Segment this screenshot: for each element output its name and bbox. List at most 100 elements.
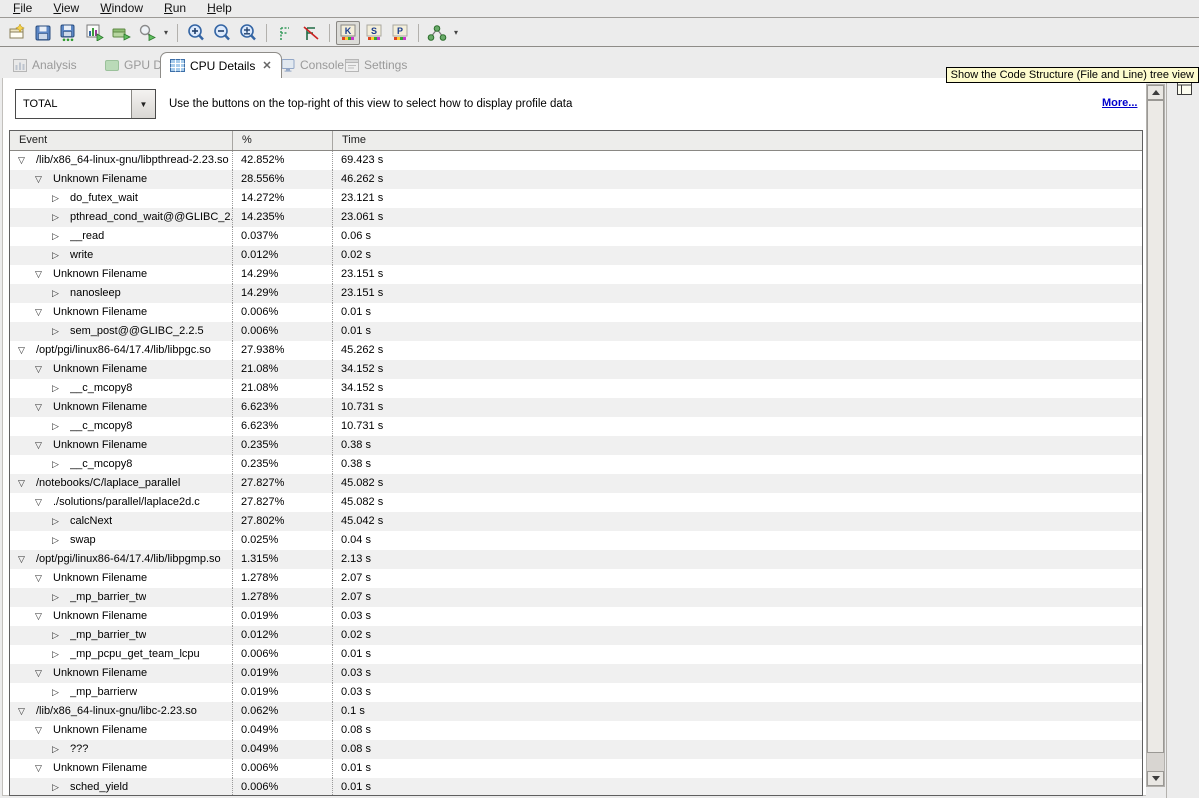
tab-settings[interactable]: Settings [336,52,416,78]
tree-toggle-icon[interactable]: ▷ [52,379,65,398]
tree-toggle-icon[interactable]: ▷ [52,455,65,474]
restore-view-icon[interactable] [1177,82,1192,98]
kernel-timeline-button[interactable]: K [336,21,360,45]
tree-toggle-icon[interactable]: ▷ [52,531,65,550]
tree-toggle-icon[interactable]: ▷ [52,189,65,208]
table-row[interactable]: ▷sem_post@@GLIBC_2.2.5 0.006% 0.01 s [10,322,1142,341]
tree-toggle-icon[interactable]: ▷ [52,645,65,664]
tree-toggle-icon[interactable]: ▽ [35,170,48,189]
tree-toggle-icon[interactable]: ▽ [35,721,48,740]
column-header-percent[interactable]: % [232,131,332,150]
table-row[interactable]: ▽Unknown Filename 28.556% 46.262 s [10,170,1142,189]
table-row[interactable]: ▷swap 0.025% 0.04 s [10,531,1142,550]
tree-toggle-icon[interactable]: ▽ [35,436,48,455]
table-row[interactable]: ▷do_futex_wait 14.272% 23.121 s [10,189,1142,208]
menu-view[interactable]: View [44,0,88,17]
menu-file[interactable]: File [4,0,41,17]
menu-window[interactable]: Window [91,0,152,17]
table-row[interactable]: ▽Unknown Filename 1.278% 2.07 s [10,569,1142,588]
scrollbar-thumb[interactable] [1147,100,1164,753]
table-row[interactable]: ▽Unknown Filename 0.006% 0.01 s [10,303,1142,322]
table-row[interactable]: ▷__c_mcopy8 21.08% 34.152 s [10,379,1142,398]
tree-toggle-icon[interactable]: ▷ [52,227,65,246]
column-header-time[interactable]: Time [332,131,1142,150]
profile-view-button[interactable]: P [388,21,412,45]
tree-toggle-icon[interactable]: ▽ [35,360,48,379]
table-row[interactable]: ▷_mp_barrier_tw 0.012% 0.02 s [10,626,1142,645]
tab-analysis[interactable]: Analysis [4,52,86,78]
menu-run[interactable]: Run [155,0,195,17]
table-row[interactable]: ▽/lib/x86_64-linux-gnu/libc-2.23.so 0.06… [10,702,1142,721]
table-row[interactable]: ▷write 0.012% 0.02 s [10,246,1142,265]
tree-toggle-icon[interactable]: ▽ [18,702,31,721]
table-row[interactable]: ▽/opt/pgi/linux86-64/17.4/lib/libpgc.so … [10,341,1142,360]
table-row[interactable]: ▽Unknown Filename 14.29% 23.151 s [10,265,1142,284]
zoom-out-icon[interactable] [210,21,234,45]
tree-toggle-icon[interactable]: ▷ [52,417,65,436]
tree-toggle-icon[interactable]: ▽ [35,759,48,778]
call-graph-dropdown-icon[interactable]: ▾ [451,21,461,45]
tree-toggle-icon[interactable]: ▷ [52,588,65,607]
table-row[interactable]: ▷__read 0.037% 0.06 s [10,227,1142,246]
search-profile-icon[interactable] [135,21,159,45]
table-row[interactable]: ▽/lib/x86_64-linux-gnu/libpthread-2.23.s… [10,151,1142,170]
profile-scope-combobox[interactable]: TOTAL ▼ [15,89,156,119]
tree-toggle-icon[interactable]: ▽ [35,607,48,626]
table-row[interactable]: ▷calcNext 27.802% 45.042 s [10,512,1142,531]
zoom-in-icon[interactable] [184,21,208,45]
chevron-down-icon[interactable]: ▼ [131,90,155,118]
tree-toggle-icon[interactable]: ▽ [35,664,48,683]
tree-toggle-icon[interactable]: ▷ [52,208,65,227]
table-row[interactable]: ▽Unknown Filename 0.019% 0.03 s [10,607,1142,626]
table-row[interactable]: ▽./solutions/parallel/laplace2d.c 27.827… [10,493,1142,512]
tree-toggle-icon[interactable]: ▽ [18,151,31,170]
tree-toggle-icon[interactable]: ▷ [52,626,65,645]
tree-toggle-icon[interactable]: ▷ [52,284,65,303]
table-row[interactable]: ▷sched_yield 0.006% 0.01 s [10,778,1142,796]
unmark-region-icon[interactable] [299,21,323,45]
table-row[interactable]: ▷nanosleep 14.29% 23.151 s [10,284,1142,303]
tree-toggle-icon[interactable]: ▷ [52,322,65,341]
table-row[interactable]: ▷pthread_cond_wait@@GLIBC_2.3 14.235% 23… [10,208,1142,227]
save-all-icon[interactable] [57,21,81,45]
table-row[interactable]: ▽Unknown Filename 21.08% 34.152 s [10,360,1142,379]
table-row[interactable]: ▷_mp_barrier_tw 1.278% 2.07 s [10,588,1142,607]
more-link[interactable]: More... [1102,97,1137,109]
table-row[interactable]: ▽/notebooks/C/laplace_parallel 27.827% 4… [10,474,1142,493]
tree-toggle-icon[interactable]: ▷ [52,740,65,759]
column-header-event[interactable]: Event [10,131,232,150]
summary-view-button[interactable]: S [362,21,386,45]
table-row[interactable]: ▷__c_mcopy8 6.623% 10.731 s [10,417,1142,436]
profile-dropdown-icon[interactable]: ▾ [161,21,171,45]
tab-cpu-details[interactable]: CPU Details ✕ [160,52,282,78]
zoom-reset-icon[interactable] [236,21,260,45]
table-row[interactable]: ▽Unknown Filename 6.623% 10.731 s [10,398,1142,417]
table-row[interactable]: ▽Unknown Filename 0.235% 0.38 s [10,436,1142,455]
tree-toggle-icon[interactable]: ▽ [35,303,48,322]
table-row[interactable]: ▽Unknown Filename 0.006% 0.01 s [10,759,1142,778]
table-row[interactable]: ▷??? 0.049% 0.08 s [10,740,1142,759]
vertical-scrollbar[interactable] [1146,84,1165,787]
profile-application-icon[interactable] [83,21,107,45]
mark-region-icon[interactable] [273,21,297,45]
scroll-up-button[interactable] [1147,85,1164,100]
tree-toggle-icon[interactable]: ▽ [35,398,48,417]
tree-toggle-icon[interactable]: ▽ [35,569,48,588]
tree-toggle-icon[interactable]: ▽ [35,493,48,512]
tree-toggle-icon[interactable]: ▷ [52,246,65,265]
tree-toggle-icon[interactable]: ▽ [35,265,48,284]
new-console-icon[interactable] [5,21,29,45]
scroll-down-button[interactable] [1147,771,1164,786]
table-row[interactable]: ▷_mp_pcpu_get_team_lcpu 0.006% 0.01 s [10,645,1142,664]
table-row[interactable]: ▷__c_mcopy8 0.235% 0.38 s [10,455,1142,474]
menu-help[interactable]: Help [198,0,241,17]
tree-toggle-icon[interactable]: ▽ [18,550,31,569]
tree-toggle-icon[interactable]: ▷ [52,512,65,531]
table-row[interactable]: ▽/opt/pgi/linux86-64/17.4/lib/libpgmp.so… [10,550,1142,569]
table-row[interactable]: ▽Unknown Filename 0.019% 0.03 s [10,664,1142,683]
call-graph-icon[interactable] [425,21,449,45]
table-row[interactable]: ▷_mp_barrierw 0.019% 0.03 s [10,683,1142,702]
tree-toggle-icon[interactable]: ▽ [18,474,31,493]
tree-toggle-icon[interactable]: ▷ [52,778,65,796]
import-profile-icon[interactable] [109,21,133,45]
